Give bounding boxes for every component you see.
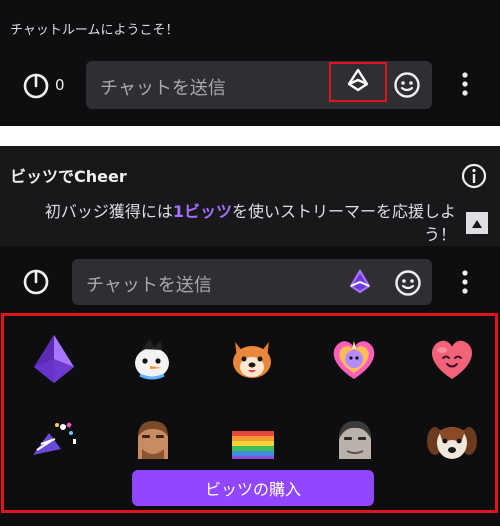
cheermote-party-popper[interactable] (26, 419, 82, 459)
cheermote-pink-heart[interactable] (424, 331, 480, 387)
cheermote-unicorn-heart[interactable] (326, 331, 382, 387)
cheer-description-pre: 初バッジ獲得には (44, 202, 173, 221)
emote-picker-icon[interactable] (393, 71, 421, 103)
cheermote-face-photo[interactable] (330, 419, 380, 459)
cheer-description: 初バッジ獲得には1ビッツを使いストリーマーを応援しよう！ (30, 200, 456, 246)
cheermote-picker: ビッツの購入 (1, 313, 498, 513)
bits-count: 0 (55, 76, 65, 94)
cheermote-rainbow-flag[interactable] (226, 419, 280, 459)
more-options-icon[interactable] (457, 268, 473, 300)
buy-bits-button[interactable]: ビッツの購入 (132, 470, 374, 506)
chat-input-placeholder: チャットを送信 (100, 78, 226, 99)
bits-balance-icon[interactable] (22, 268, 50, 300)
cheer-description-highlight: 1ビッツ (172, 202, 232, 221)
cheer-title: ビッツでCheer (10, 167, 127, 186)
cheermote-purple-crystal[interactable] (26, 331, 82, 387)
cheermote-dog[interactable] (424, 419, 480, 459)
bits-button[interactable] (329, 62, 387, 102)
cheermote-snowman[interactable] (124, 331, 180, 387)
more-options-icon[interactable] (457, 70, 473, 102)
bits-icon[interactable] (348, 269, 372, 299)
chat-input[interactable]: チャットを送信 (72, 259, 432, 305)
emote-picker-icon[interactable] (394, 269, 422, 301)
welcome-message: チャットルームにようこそ！ (10, 23, 179, 38)
cheermote-shiba[interactable] (224, 331, 280, 387)
bits-icon (346, 68, 370, 96)
cheermote-man-face[interactable] (128, 419, 178, 459)
info-icon[interactable] (461, 163, 487, 193)
cheer-header: ビッツでCheer 初バッジ獲得には1ビッツを使いストリーマーを応援しよう！ (0, 146, 500, 246)
collapse-button[interactable] (466, 212, 488, 234)
chat-panel-top: チャットルームにようこそ！ 0 チャットを送信 (0, 0, 500, 126)
bits-balance-icon[interactable] (22, 72, 50, 104)
chat-input-placeholder: チャットを送信 (86, 275, 212, 296)
triangle-up-icon (471, 214, 483, 233)
cheer-description-post: を使いストリーマーを応援しよう！ (231, 202, 456, 244)
